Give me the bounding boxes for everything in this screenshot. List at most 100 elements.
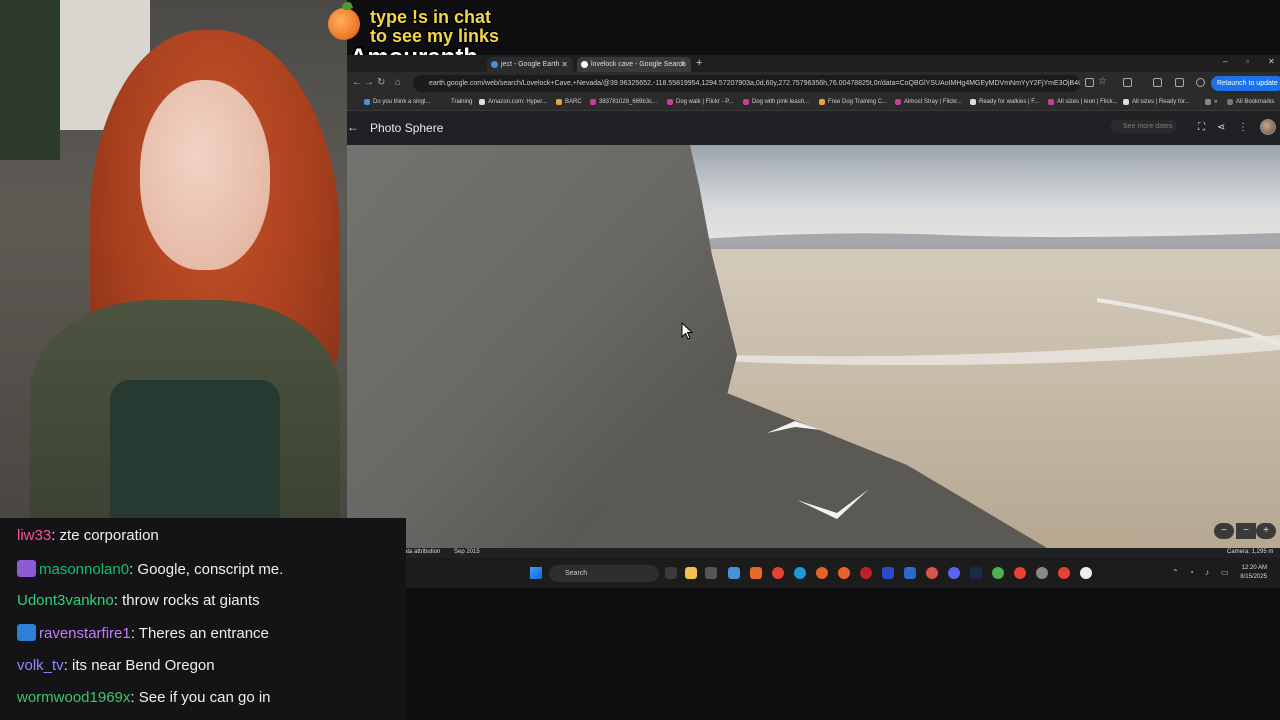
close-window-button[interactable]: ✕ <box>1268 57 1275 66</box>
home-icon[interactable]: ⌂ <box>395 77 401 88</box>
chat-text: Google, conscript me. <box>137 561 284 578</box>
bookmark-item[interactable]: Almost Stray | Flickr... <box>895 97 962 108</box>
chat-message: wormwood1969x: See if you can go in <box>17 689 271 707</box>
earth-status-bar: ata attribution Sep 2015 Camera: 1,295 m <box>347 548 1280 558</box>
install-icon[interactable] <box>1085 78 1094 87</box>
bookmark-item[interactable]: Do you think a singl... <box>364 97 430 108</box>
extensions-icon[interactable] <box>1123 78 1132 87</box>
chrome-icon[interactable] <box>1014 567 1026 579</box>
chevron-up-icon[interactable]: ⌃ <box>1172 568 1179 577</box>
chrome-icon[interactable] <box>992 567 1004 579</box>
bookmark-item[interactable]: Amazon.com: Hyper... <box>479 97 547 108</box>
zoom-slider[interactable]: − <box>1236 523 1256 539</box>
new-tab-button[interactable]: + <box>696 57 702 69</box>
see-more-dates-button[interactable]: See more dates <box>1110 120 1178 133</box>
volume-icon[interactable]: ♪ <box>1205 568 1209 577</box>
chat-username[interactable]: ravenstarfire1 <box>39 625 131 642</box>
bookmark-star-icon[interactable]: ☆ <box>1098 76 1107 87</box>
stream-frame: type !s in chat to see my links Amourant… <box>0 0 1280 720</box>
tab-bar: ject - Google Earth ✕ lovelock cave - Go… <box>347 55 1280 72</box>
chat-username[interactable]: volk_tv <box>17 657 64 674</box>
minimize-button[interactable]: – <box>1223 57 1227 66</box>
chat-username[interactable]: liw33 <box>17 527 51 544</box>
back-arrow-icon[interactable]: ← <box>347 120 359 134</box>
chat-separator: : <box>63 657 73 674</box>
avatar[interactable] <box>1260 119 1276 135</box>
photoshop-icon[interactable] <box>970 567 982 579</box>
chat-message: liw33: zte corporation <box>17 527 159 545</box>
taskbar-search-input[interactable]: Search <box>549 565 659 582</box>
zoom-out-button[interactable]: − <box>1214 523 1234 539</box>
tab-google-earth[interactable]: ject - Google Earth ✕ <box>487 57 573 72</box>
more-options-icon[interactable]: ⋮ <box>1238 122 1248 133</box>
close-tab-icon[interactable]: ✕ <box>679 57 686 72</box>
app-icon[interactable] <box>882 567 894 579</box>
profile-icon[interactable] <box>1196 78 1205 87</box>
tab-label: lovelock cave - Google Search <box>591 61 686 68</box>
back-icon[interactable]: ← <box>352 77 362 88</box>
close-tab-icon[interactable]: ✕ <box>561 57 568 72</box>
relaunch-button[interactable]: Relaunch to update <box>1211 76 1280 91</box>
clock-date[interactable]: 8/15/2025 <box>1239 574 1267 580</box>
file-explorer-icon[interactable] <box>685 567 697 579</box>
bookmark-item[interactable]: Dog walk | Flickr - P... <box>667 97 733 108</box>
chat-username[interactable]: masonnolan0 <box>39 561 129 578</box>
bookmark-item[interactable]: Free Dog Training C... <box>819 97 887 108</box>
app-icon[interactable] <box>1080 567 1092 579</box>
reload-icon[interactable]: ↻ <box>377 77 385 88</box>
chat-username[interactable]: Udont3vankno <box>17 592 114 609</box>
discord-icon[interactable] <box>948 567 960 579</box>
bookmark-item[interactable]: 383781028_669b3c... <box>590 97 657 108</box>
bookmark-item[interactable]: All sizes | Ready for... <box>1123 97 1190 108</box>
chat-username[interactable]: wormwood1969x <box>17 689 130 706</box>
chat-separator: : <box>130 625 139 642</box>
chat-separator: : <box>130 689 139 706</box>
app-icon[interactable] <box>816 567 828 579</box>
bookmark-item[interactable]: All sizes | leon | Flick... <box>1048 97 1117 108</box>
settings-icon[interactable] <box>1036 567 1048 579</box>
share-icon[interactable]: ⋖ <box>1217 122 1225 133</box>
app-icon[interactable] <box>926 567 938 579</box>
maximize-button[interactable]: ▫ <box>1246 57 1249 66</box>
fullscreen-icon[interactable]: ⛶ <box>1198 122 1205 133</box>
app-icon[interactable] <box>705 567 717 579</box>
background-shelf <box>0 0 60 160</box>
page-title: Photo Sphere <box>370 121 444 135</box>
downloads-icon[interactable] <box>1175 78 1184 87</box>
clock-time[interactable]: 12:20 AM <box>1239 565 1267 571</box>
mouse-pointer-icon <box>681 322 693 340</box>
calendar-icon[interactable] <box>728 567 740 579</box>
edge-icon[interactable] <box>794 567 806 579</box>
app-icon[interactable] <box>750 567 762 579</box>
photo-sphere-viewer[interactable]: − − + <box>347 145 1280 548</box>
url-field[interactable]: earth.google.com/web/search/Lovelock+Cav… <box>413 75 1080 92</box>
network-icon[interactable]: ◔ <box>1189 568 1194 577</box>
data-attribution-link[interactable]: ata attribution <box>404 549 440 555</box>
battery-icon[interactable]: ▭ <box>1221 568 1229 577</box>
forward-icon[interactable]: → <box>364 77 374 88</box>
bookmarks-bar: Do you think a singl... Training Amazon.… <box>347 95 1280 111</box>
camera-altitude: Camera: 1,295 m <box>1227 549 1274 555</box>
chat-separator: : <box>113 592 123 609</box>
chrome-icon[interactable] <box>772 567 784 579</box>
bookmark-item[interactable]: Ready for walkies | F... <box>970 97 1039 108</box>
sidepanel-icon[interactable] <box>1153 78 1162 87</box>
zoom-in-button[interactable]: + <box>1256 523 1276 539</box>
task-view-icon[interactable] <box>665 567 677 579</box>
opera-icon[interactable] <box>860 567 872 579</box>
capture-date: Sep 2015 <box>454 549 480 555</box>
bookmark-item[interactable]: BARC <box>556 97 582 108</box>
google-earth-favicon-icon <box>491 61 498 68</box>
bookmark-item[interactable]: Training <box>442 97 472 108</box>
all-bookmarks-folder[interactable]: All Bookmarks <box>1227 97 1274 108</box>
streamer-face <box>140 80 270 270</box>
chevron-right-icon[interactable]: » <box>1205 97 1217 108</box>
chrome-icon[interactable] <box>1058 567 1070 579</box>
steam-icon[interactable] <box>904 567 916 579</box>
panorama-image <box>347 145 1280 548</box>
chat-panel: liw33: zte corporation masonnolan0: Goog… <box>0 518 406 720</box>
firefox-icon[interactable] <box>838 567 850 579</box>
windows-start-icon[interactable] <box>530 567 542 579</box>
tab-google-search[interactable]: lovelock cave - Google Search ✕ <box>577 57 691 72</box>
bookmark-item[interactable]: Dog with pink leash... <box>743 97 809 108</box>
